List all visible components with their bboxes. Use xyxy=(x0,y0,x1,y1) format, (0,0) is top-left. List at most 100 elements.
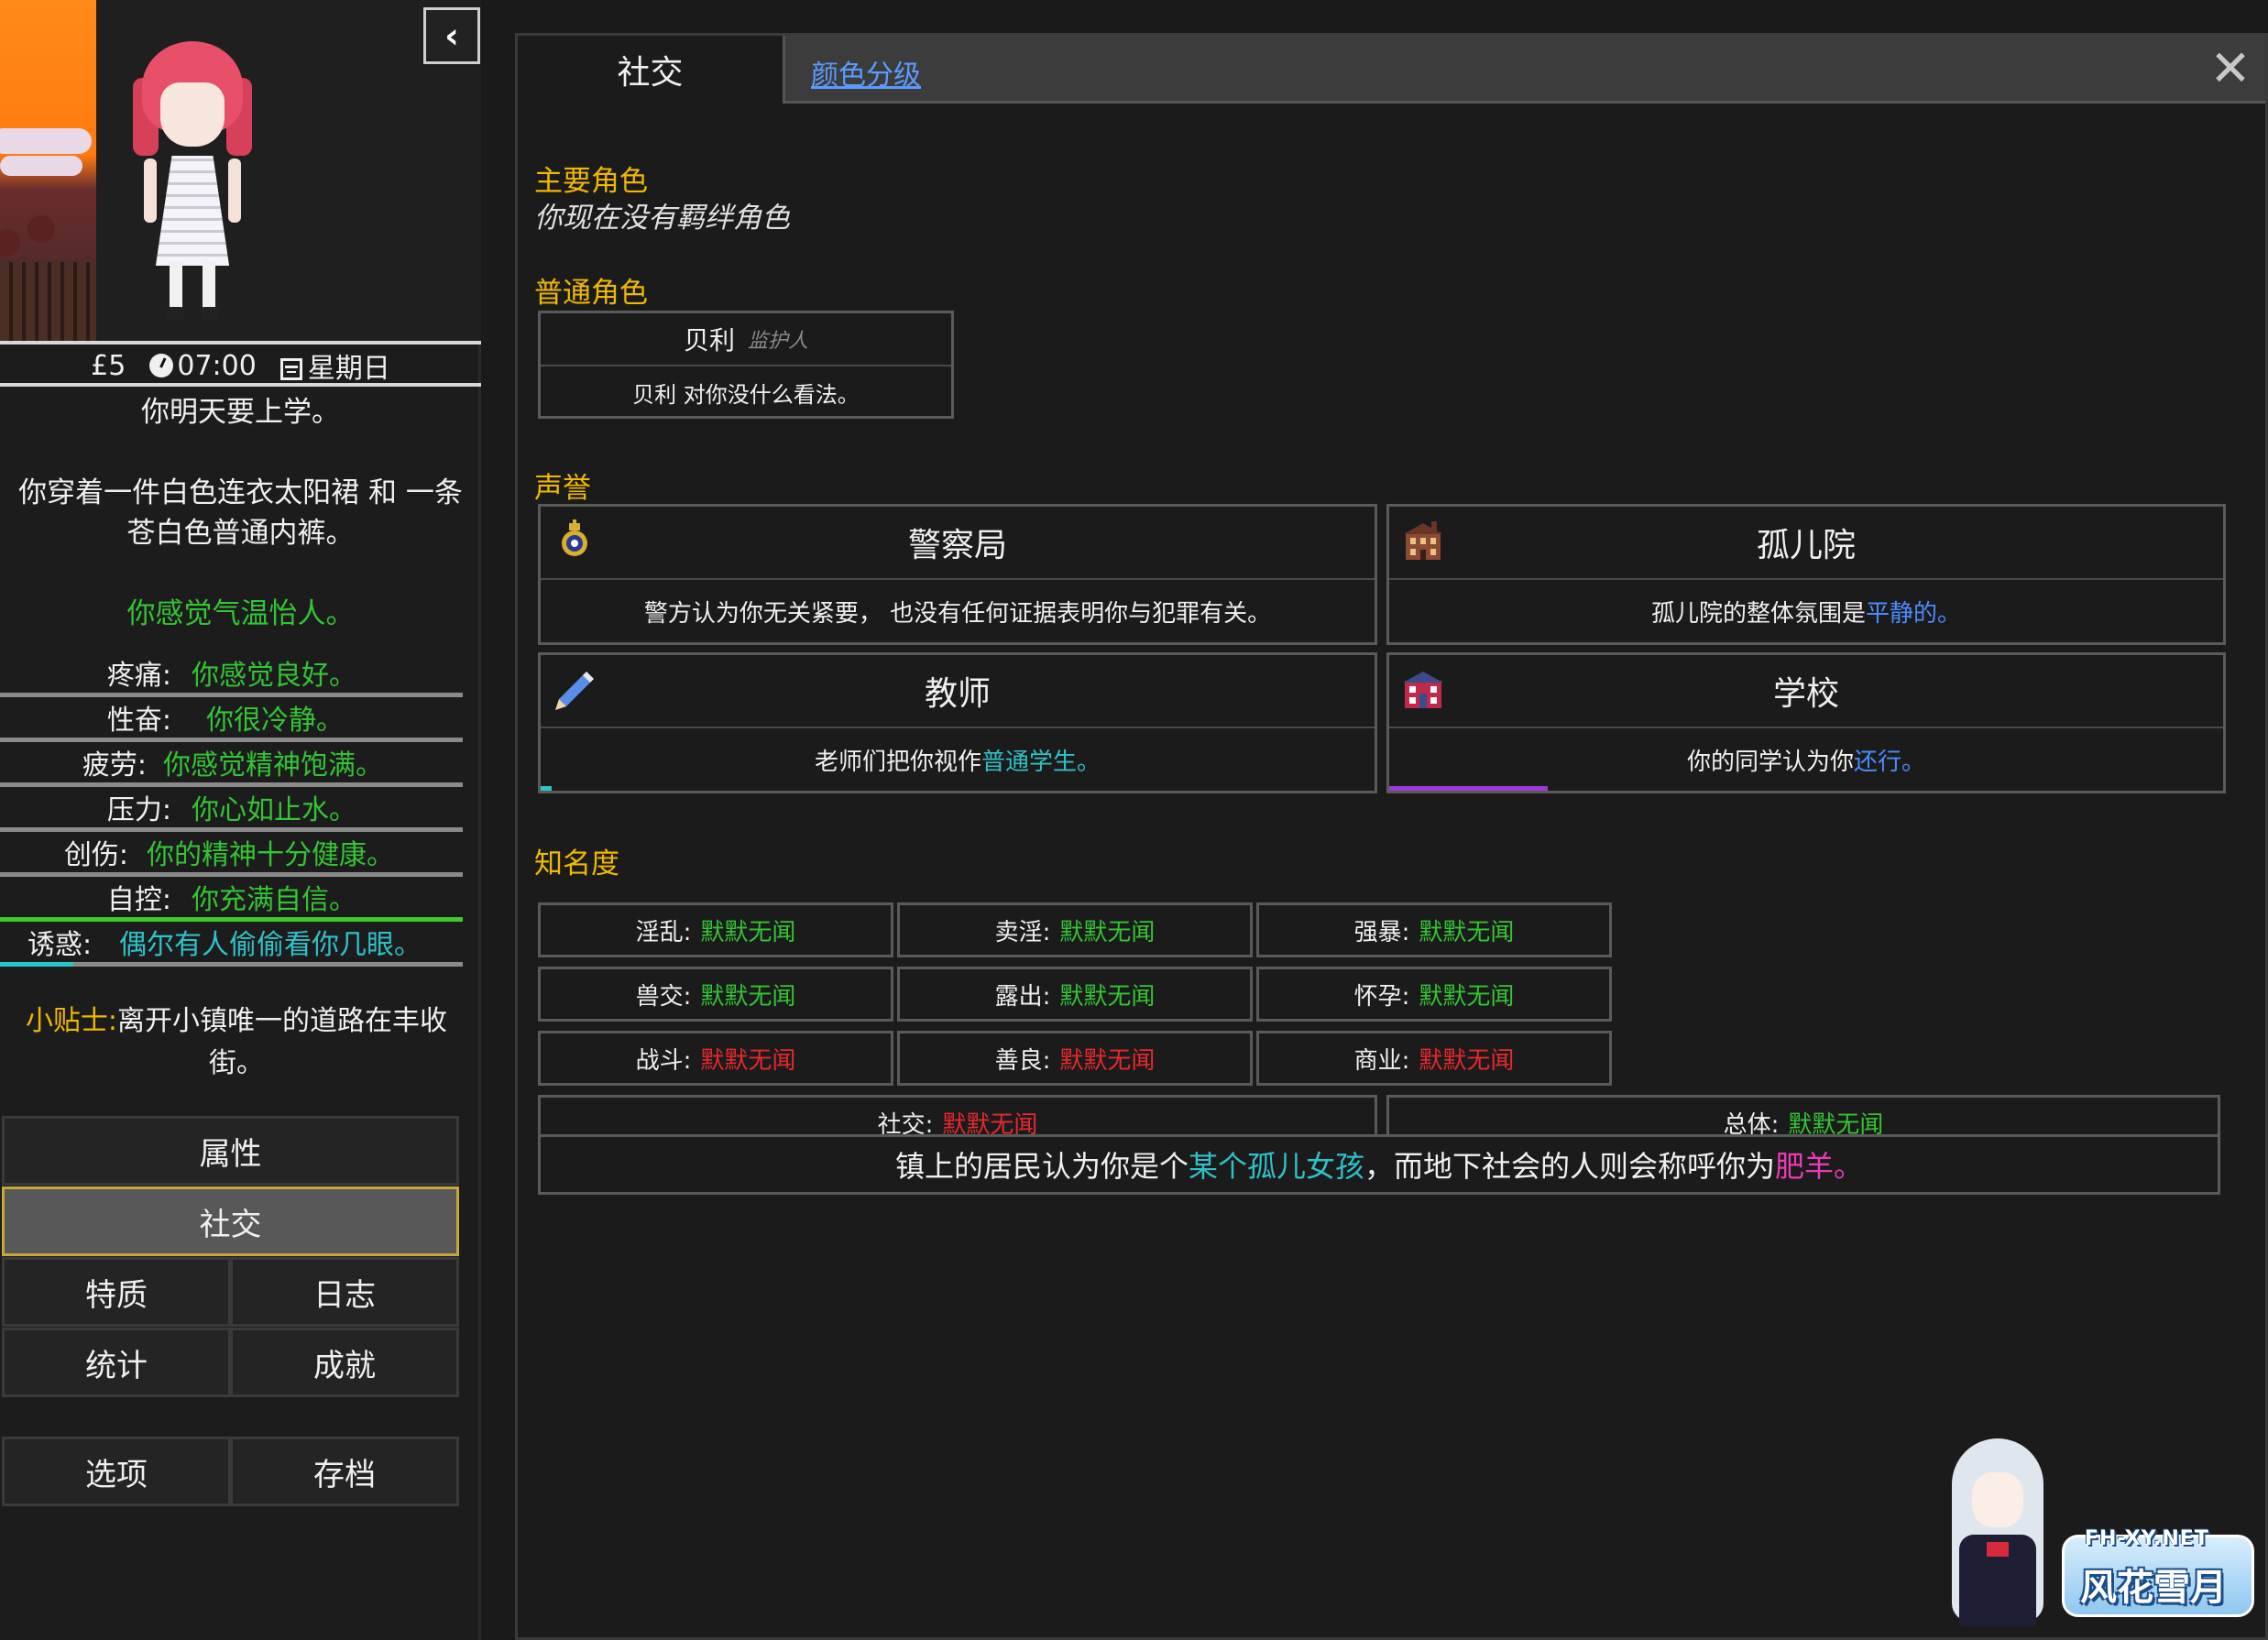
fame-heading: 知名度 xyxy=(534,847,619,880)
school-building-icon xyxy=(1403,672,1443,708)
reputation-level: 平静的。 xyxy=(1866,599,1962,628)
fame-value: 默默无闻 xyxy=(1059,982,1156,1011)
fame-promiscuity: 淫乱: 默默无闻 xyxy=(538,902,893,957)
watermark-name: 风花雪月 xyxy=(2080,1567,2227,1609)
reputation-desc: 警方认为你无关紧要， 也没有任何证据表明你与犯罪有关。 xyxy=(643,599,1272,628)
reputation-name: 孤儿院 xyxy=(1756,527,1856,564)
stat-pain: 疼痛: 你感觉良好。 xyxy=(0,652,463,697)
reputation-police: 警察局 警方认为你无关紧要， 也没有任何证据表明你与犯罪有关。 xyxy=(538,504,1377,645)
weekday-value: 星期日 xyxy=(307,353,390,385)
school-notice: 你明天要上学。 xyxy=(141,396,340,429)
social-panel: 社交 颜色分级 ✕ 主要角色 你现在没有羁绊角色 普通角色 贝利 监护人 贝利 … xyxy=(515,33,2268,1640)
fame-label: 怀孕: xyxy=(1353,982,1410,1011)
summary-end: 。 xyxy=(1834,1149,1864,1184)
stat-arousal: 性奋: 你很冷静。 xyxy=(0,697,463,742)
date-display: 星期日 xyxy=(279,345,390,386)
npc-role: 监护人 xyxy=(748,330,809,353)
reputation-school: 学校 你的同学认为你 还行。 xyxy=(1386,652,2226,793)
stat-allure: 诱惑: 偶尔有人偷偷看你几眼。 xyxy=(0,922,463,967)
attributes-button[interactable]: 属性 xyxy=(2,1116,459,1186)
reputation-level: 还行。 xyxy=(1854,748,1926,776)
fame-value: 默默无闻 xyxy=(1419,918,1515,946)
npc-card-bailey[interactable]: 贝利 监护人 贝利 对你没什么看法。 xyxy=(538,311,954,419)
tab-bar: 社交 颜色分级 ✕ xyxy=(518,36,2265,104)
fame-label: 兽交: xyxy=(635,982,692,1011)
tab-color-grade[interactable]: 颜色分级 xyxy=(811,52,921,93)
fame-label: 卖淫: xyxy=(994,918,1051,946)
stat-list: 疼痛: 你感觉良好。 性奋: 你很冷静。 疲劳: 你感觉精神饱满。 压力: 你心… xyxy=(0,652,463,967)
fame-value: 默默无闻 xyxy=(1059,918,1156,946)
tip-text: 小贴士:离开小镇唯一的道路在丰收街。 xyxy=(7,1000,466,1085)
reputation-orphanage: 孤儿院 孤儿院的整体氛围是 平静的。 xyxy=(1386,504,2226,645)
fame-value: 默默无闻 xyxy=(1059,1046,1156,1075)
reputation-bar-teacher xyxy=(541,786,552,791)
player-avatar xyxy=(133,41,252,325)
saves-button[interactable]: 存档 xyxy=(230,1437,459,1506)
achievements-button[interactable]: 成就 xyxy=(230,1328,459,1397)
weather-text: 你感觉气温怡人。 xyxy=(126,597,355,630)
summary-middle: ，而地下社会的人则会称呼你为 xyxy=(1364,1149,1775,1184)
watermark-mascot-icon xyxy=(1924,1434,2080,1640)
reputation-teacher: 教师 老师们把你视作 普通学生。 xyxy=(538,652,1377,793)
close-button[interactable]: ✕ xyxy=(2205,43,2256,94)
main-characters-heading: 主要角色 xyxy=(534,165,648,198)
reputation-name: 学校 xyxy=(1772,675,1839,713)
town-title: 某个孤儿女孩 xyxy=(1188,1149,1364,1184)
clothing-text: 你穿着一件白色连衣太阳裙 和 一条苍白色普通内裤。 xyxy=(18,476,463,550)
reputation-level: 普通学生。 xyxy=(981,748,1101,776)
orphanage-building-icon xyxy=(1404,521,1442,560)
stat-stress: 压力: 你心如止水。 xyxy=(0,787,463,832)
clock-icon xyxy=(149,353,174,377)
fame-value: 默默无闻 xyxy=(700,1046,796,1075)
npc-opinion: 贝利 对你没什么看法。 xyxy=(632,381,860,408)
chevron-left-icon: ‹ xyxy=(444,16,459,56)
stat-self-control: 自控: 你充满自信。 xyxy=(0,877,463,922)
calendar-icon xyxy=(279,358,302,380)
status-bar: £5 07:00 星期日 xyxy=(0,348,481,387)
reputation-desc: 孤儿院的整体氛围是 xyxy=(1650,599,1866,628)
underworld-title: 肥羊 xyxy=(1775,1149,1835,1184)
money-display: £5 xyxy=(91,349,126,382)
tip-label: 小贴士: xyxy=(25,1005,118,1037)
fame-prostitution: 卖淫: 默默无闻 xyxy=(897,902,1253,957)
reputation-bar-school xyxy=(1389,786,1548,791)
fame-good: 善良: 默默无闻 xyxy=(897,1031,1253,1086)
fame-value: 默默无闻 xyxy=(700,982,796,1011)
time-value: 07:00 xyxy=(177,349,257,382)
time-display: 07:00 xyxy=(149,349,257,382)
journal-button[interactable]: 日志 xyxy=(230,1257,459,1327)
social-button[interactable]: 社交 xyxy=(2,1186,459,1256)
statistics-button[interactable]: 统计 xyxy=(2,1328,231,1397)
fame-value: 默默无闻 xyxy=(1419,1046,1515,1075)
watermark-site: FH-XY.NET xyxy=(2085,1527,2209,1550)
fame-pregnancy: 怀孕: 默默无闻 xyxy=(1256,967,1612,1022)
fame-value: 默默无闻 xyxy=(1419,982,1515,1011)
fame-label: 战斗: xyxy=(635,1046,692,1075)
portrait-area: ‹ xyxy=(0,0,481,344)
location-scene-image xyxy=(0,0,96,341)
tip-content: 离开小镇唯一的道路在丰收街。 xyxy=(117,1005,448,1079)
pencil-icon xyxy=(555,672,594,710)
reputation-desc: 老师们把你视作 xyxy=(814,748,981,776)
reputation-desc: 你的同学认为你 xyxy=(1686,748,1854,776)
fame-label: 淫乱: xyxy=(635,918,692,946)
fame-rape: 强暴: 默默无闻 xyxy=(1256,902,1612,957)
reputation-name: 教师 xyxy=(924,675,991,713)
traits-button[interactable]: 特质 xyxy=(2,1257,231,1327)
fame-exhibitionism: 露出: 默默无闻 xyxy=(897,967,1253,1022)
reputation-name: 警察局 xyxy=(907,527,1007,564)
fame-business: 商业: 默默无闻 xyxy=(1256,1031,1612,1086)
fame-combat: 战斗: 默默无闻 xyxy=(538,1031,893,1086)
tab-social[interactable]: 社交 xyxy=(518,36,785,104)
building-icon xyxy=(0,262,96,341)
options-button[interactable]: 选项 xyxy=(2,1437,231,1506)
fame-label: 强暴: xyxy=(1353,918,1410,946)
fame-label: 露出: xyxy=(994,982,1051,1011)
police-badge-icon xyxy=(562,519,587,556)
summary-prefix: 镇上的居民认为你是个 xyxy=(894,1149,1189,1184)
fame-bestiality: 兽交: 默默无闻 xyxy=(538,967,893,1022)
stat-trauma: 创伤: 你的精神十分健康。 xyxy=(0,832,463,877)
narration: 你明天要上学。 你穿着一件白色连衣太阳裙 和 一条苍白色普通内裤。 你感觉气温怡… xyxy=(0,392,481,634)
collapse-sidebar-button[interactable]: ‹ xyxy=(423,7,480,64)
title-summary: 镇上的居民认为你是个 某个孤儿女孩 ，而地下社会的人则会称呼你为 肥羊。 xyxy=(538,1134,2220,1195)
